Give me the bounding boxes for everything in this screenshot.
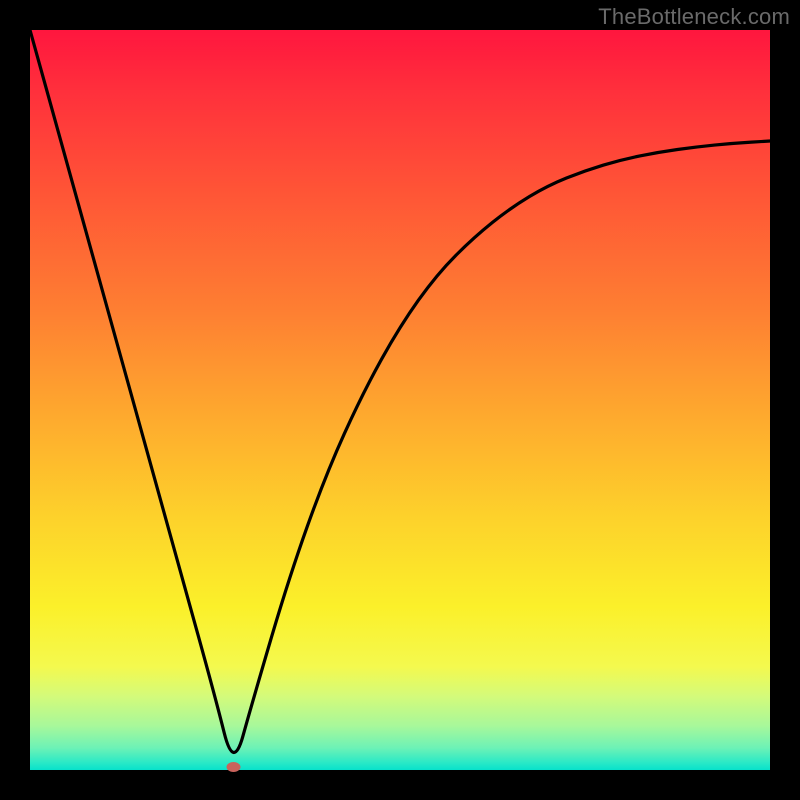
watermark-text: TheBottleneck.com — [598, 4, 790, 30]
bottleneck-curve — [30, 30, 770, 752]
curve-layer — [30, 30, 770, 770]
bottleneck-minimum-marker — [227, 762, 241, 772]
chart-frame: TheBottleneck.com — [0, 0, 800, 800]
plot-area — [30, 30, 770, 770]
